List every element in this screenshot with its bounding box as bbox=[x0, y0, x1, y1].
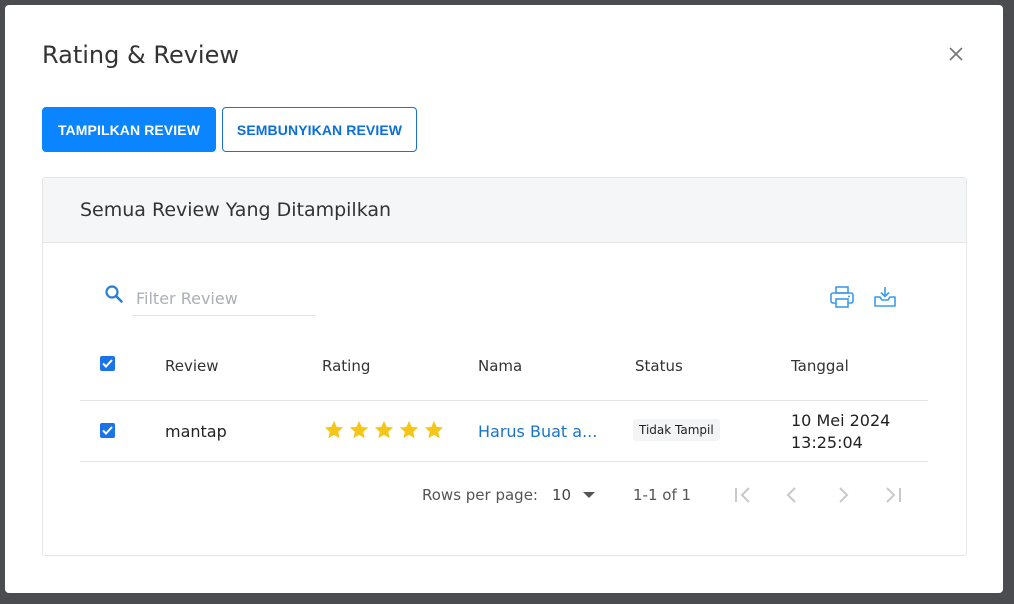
star-icon bbox=[399, 420, 419, 439]
reviewer-name-link[interactable]: Harus Buat a... bbox=[478, 422, 597, 441]
card-title: Semua Review Yang Ditampilkan bbox=[80, 199, 392, 221]
select-all-checkbox[interactable] bbox=[100, 356, 115, 371]
column-header-review[interactable]: Review bbox=[165, 357, 219, 375]
column-header-nama[interactable]: Nama bbox=[478, 357, 522, 375]
card-header: Semua Review Yang Ditampilkan bbox=[43, 178, 966, 243]
filter-review-input[interactable] bbox=[132, 282, 316, 316]
rows-per-page-select[interactable]: 10 bbox=[552, 486, 596, 504]
search-icon bbox=[104, 284, 124, 309]
rating-review-modal: Rating & Review TAMPILKAN REVIEW SEMBUNY… bbox=[5, 5, 1003, 593]
first-page-icon[interactable] bbox=[733, 486, 753, 509]
column-header-tanggal[interactable]: Tanggal bbox=[791, 357, 849, 375]
next-page-icon[interactable] bbox=[836, 486, 850, 509]
review-date: 10 Mei 2024 bbox=[791, 411, 891, 430]
pagination-range: 1-1 of 1 bbox=[633, 486, 692, 504]
show-review-button[interactable]: TAMPILKAN REVIEW bbox=[42, 107, 216, 152]
hide-review-button[interactable]: SEMBUNYIKAN REVIEW bbox=[222, 107, 417, 152]
print-icon[interactable] bbox=[829, 285, 855, 314]
last-page-icon[interactable] bbox=[883, 486, 903, 509]
caret-down-icon bbox=[583, 492, 596, 498]
row-divider bbox=[80, 461, 928, 462]
review-time: 13:25:04 bbox=[791, 433, 863, 452]
rating-stars bbox=[322, 419, 446, 441]
column-header-status[interactable]: Status bbox=[635, 357, 683, 375]
status-badge: Tidak Tampil bbox=[633, 419, 720, 441]
star-icon bbox=[374, 420, 394, 439]
header-divider bbox=[80, 400, 928, 401]
rows-per-page-label: Rows per page: bbox=[422, 486, 538, 504]
close-button[interactable] bbox=[943, 41, 969, 67]
column-header-rating[interactable]: Rating bbox=[322, 357, 370, 375]
previous-page-icon[interactable] bbox=[785, 486, 799, 509]
rows-per-page-value: 10 bbox=[552, 486, 572, 504]
download-icon[interactable] bbox=[872, 285, 898, 314]
review-text: mantap bbox=[165, 422, 227, 441]
row-checkbox[interactable] bbox=[100, 423, 115, 438]
star-icon bbox=[349, 420, 369, 439]
star-icon bbox=[324, 420, 344, 439]
close-icon[interactable] bbox=[949, 47, 963, 61]
star-icon bbox=[424, 420, 444, 439]
review-card: Semua Review Yang Ditampilkan Filter Rev… bbox=[42, 177, 967, 556]
modal-title: Rating & Review bbox=[42, 41, 239, 69]
